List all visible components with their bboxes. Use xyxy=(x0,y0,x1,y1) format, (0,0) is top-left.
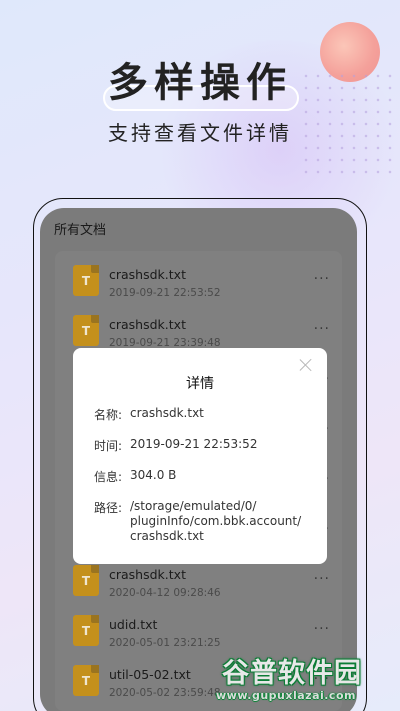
dialog-title: 详情 xyxy=(186,376,214,392)
details-dialog: 详情 名称: crashsdk.txt 时间: 2019-09-21 22:53… xyxy=(73,348,327,564)
more-options-icon[interactable]: ··· xyxy=(314,571,330,587)
detail-label: 时间: xyxy=(94,439,123,453)
text-file-icon: T xyxy=(73,665,99,696)
file-time: 2020-05-02 23:59:48 xyxy=(109,687,221,699)
file-name: crashsdk.txt xyxy=(109,567,186,582)
detail-path-row: 路径: /storage/emulated/0/pluginInfo/com.b… xyxy=(94,499,310,544)
path-line: crashsdk.txt xyxy=(130,529,204,543)
more-options-icon[interactable]: ··· xyxy=(314,621,330,637)
close-icon[interactable] xyxy=(299,358,313,372)
file-name: util-05-02.txt xyxy=(109,667,191,682)
watermark-brand: 谷普软件园 xyxy=(222,658,362,689)
promo-headline: 多样操作 xyxy=(108,60,292,106)
detail-label: 路径: xyxy=(94,501,123,515)
file-name: crashsdk.txt xyxy=(109,317,186,332)
path-line: /storage/emulated/0/ xyxy=(130,499,257,513)
file-name: udid.txt xyxy=(109,617,158,632)
path-line: pluginInfo/com.bbk.account/ xyxy=(130,514,302,528)
list-item[interactable]: T crashsdk.txt 2019-09-21 22:53:52 ··· xyxy=(55,251,342,301)
more-options-icon[interactable]: ··· xyxy=(314,321,330,337)
list-item[interactable]: T crashsdk.txt 2019-09-21 23:39:48 ··· xyxy=(55,301,342,351)
text-file-icon: T xyxy=(73,615,99,646)
detail-info-row: 信息: 304.0 B xyxy=(94,468,310,485)
more-options-icon[interactable]: ··· xyxy=(314,271,330,287)
detail-label: 名称: xyxy=(94,408,123,422)
watermark-url: www.gupuxlazai.com xyxy=(216,689,356,702)
detail-name-row: 名称: crashsdk.txt xyxy=(94,406,310,423)
detail-time-row: 时间: 2019-09-21 22:53:52 xyxy=(94,437,310,454)
text-file-icon: T xyxy=(73,265,99,296)
detail-value: 304.0 B xyxy=(130,468,177,482)
file-time: 2019-09-21 22:53:52 xyxy=(109,287,221,299)
text-file-icon: T xyxy=(73,565,99,596)
file-time: 2020-04-12 09:28:46 xyxy=(109,587,221,599)
detail-value: crashsdk.txt xyxy=(130,406,204,420)
detail-value: /storage/emulated/0/pluginInfo/com.bbk.a… xyxy=(130,499,310,544)
screen-title: 所有文档 xyxy=(54,223,107,238)
file-name: crashsdk.txt xyxy=(109,267,186,282)
detail-label: 信息: xyxy=(94,470,123,484)
text-file-icon: T xyxy=(73,315,99,346)
detail-value: 2019-09-21 22:53:52 xyxy=(130,437,258,451)
promo-subline: 支持查看文件详情 xyxy=(108,121,292,145)
list-item[interactable]: T udid.txt 2020-05-01 23:21:25 ··· xyxy=(55,601,342,651)
file-time: 2020-05-01 23:21:25 xyxy=(109,637,221,649)
